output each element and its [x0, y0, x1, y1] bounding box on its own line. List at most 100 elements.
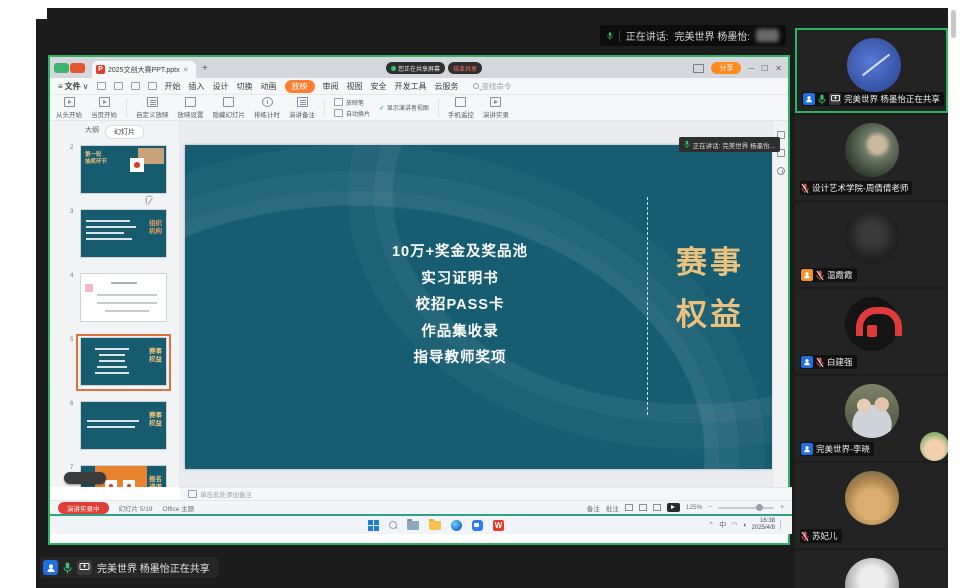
- pen-icon: [334, 98, 343, 106]
- maximize-button[interactable]: ☐: [761, 64, 768, 73]
- presenter-view-checkbox[interactable]: ✓显示演讲者视图: [379, 103, 429, 112]
- zoom-slider[interactable]: [718, 507, 774, 509]
- wps-app-icon[interactable]: W: [493, 520, 504, 531]
- windows-taskbar: W ⌃ 中 ◠ ◖ 16:38 2025/4/8: [50, 516, 792, 534]
- folder-icon[interactable]: [429, 521, 441, 530]
- tray-chevron-icon[interactable]: ⌃: [708, 521, 714, 529]
- ribbon-small-item[interactable]: 自动换片: [334, 109, 370, 118]
- ime-icon[interactable]: 中: [719, 520, 726, 530]
- slide-thumbnail[interactable]: [80, 273, 167, 322]
- edge-browser-icon[interactable]: [451, 520, 462, 531]
- stop-share-button[interactable]: 结束共享: [448, 62, 482, 74]
- zoom-in-button[interactable]: +: [780, 504, 784, 511]
- slide-thumbnail[interactable]: 第一轮抽奖环节: [80, 145, 167, 194]
- menu-item[interactable]: 动画: [261, 81, 277, 92]
- ribbon-small-item[interactable]: 放映笔: [334, 98, 370, 107]
- page-scrollbar[interactable]: [951, 10, 956, 38]
- close-tab-icon[interactable]: ✕: [183, 66, 189, 74]
- undo-icon[interactable]: [131, 82, 140, 90]
- slideshow-play-button[interactable]: [667, 503, 680, 512]
- slide-number: 3: [70, 209, 73, 215]
- avatar-headphones-logo: [845, 297, 899, 351]
- menu-item[interactable]: 开发工具: [395, 81, 427, 92]
- ppt-file-icon: P: [96, 65, 105, 74]
- participant-tile[interactable]: 完美世界 杨墨怡正在共享: [795, 28, 948, 113]
- normal-view-icon[interactable]: [625, 504, 633, 511]
- ribbon-button[interactable]: 手机遥控: [448, 97, 474, 119]
- helper-icon[interactable]: [777, 167, 785, 175]
- slide-thumbnail[interactable]: 组织机构: [80, 209, 167, 258]
- theme-label: Office 主题: [162, 503, 194, 513]
- network-icon[interactable]: ◠: [731, 521, 737, 529]
- interface-settings-icon[interactable]: [693, 64, 704, 73]
- notes-toggle[interactable]: 备注: [587, 503, 600, 513]
- mouse-cursor: [147, 197, 152, 205]
- menu-item[interactable]: 切换: [237, 81, 253, 92]
- participant-tile[interactable]: 白建强: [795, 289, 948, 374]
- tab-outline[interactable]: 大纲: [85, 125, 99, 139]
- close-button[interactable]: ✕: [775, 64, 782, 73]
- participant-tile[interactable]: 设计艺术学院-周倩倩老师: [795, 115, 948, 200]
- comments-toggle[interactable]: 批注: [606, 503, 619, 513]
- ribbon-button[interactable]: 自定义放映: [136, 97, 169, 119]
- tab-slides[interactable]: 幻灯片: [105, 125, 144, 139]
- play-icon: [99, 97, 110, 107]
- participant-name: 完美世界 杨墨怡正在共享: [844, 93, 940, 105]
- menu-item[interactable]: 安全: [371, 81, 387, 92]
- slide-thumbnail-selected[interactable]: 赛事权益: [80, 337, 167, 386]
- ribbon-button[interactable]: 演讲备注: [289, 97, 315, 119]
- taskbar-clock[interactable]: 16:38 2025/4/8: [752, 518, 775, 532]
- participant-name: 苏妃儿: [812, 530, 838, 542]
- cohost-badge-icon: [801, 269, 813, 281]
- menu-item[interactable]: 云服务: [435, 81, 459, 92]
- screen-share-icon: [77, 560, 92, 575]
- menu-item[interactable]: 设计: [213, 81, 229, 92]
- menu-item[interactable]: 审阅: [323, 81, 339, 92]
- ribbon-button[interactable]: 放映设置: [178, 97, 204, 119]
- document-tab[interactable]: P 2025文创大赛PPT.pptx ✕: [92, 61, 196, 78]
- ribbon-button[interactable]: 从头开始: [56, 97, 82, 119]
- notification-corner[interactable]: [780, 520, 788, 530]
- participant-tile[interactable]: 温霞霞: [795, 202, 948, 287]
- thumbnail-list: 2 第一轮抽奖环节 3 组织机构 4: [50, 143, 180, 487]
- start-button[interactable]: [368, 520, 379, 531]
- file-explorer-icon[interactable]: [407, 521, 419, 530]
- record-badge[interactable]: 演讲实录中: [58, 502, 109, 514]
- save-icon[interactable]: [97, 82, 106, 90]
- share-document-button[interactable]: 分享: [711, 62, 741, 74]
- desktop-page: 正在讲话: 完美世界 杨墨怡: 您正在共享屏幕 结束共享 P 2025文创大赛P…: [0, 0, 960, 588]
- ribbon-button[interactable]: 当页开始: [91, 97, 117, 119]
- menu-item[interactable]: 插入: [189, 81, 205, 92]
- ribbon-button[interactable]: 隐藏幻灯片: [213, 97, 246, 119]
- wps-home-button[interactable]: [54, 63, 69, 73]
- new-tab-button[interactable]: +: [202, 63, 208, 74]
- divider: [619, 30, 620, 42]
- print-icon[interactable]: [114, 82, 123, 90]
- ribbon-button[interactable]: 排练计时: [254, 97, 280, 119]
- wps-docer-button[interactable]: [70, 63, 85, 73]
- minimize-button[interactable]: ─: [748, 64, 754, 73]
- slide-number: 5: [70, 337, 73, 343]
- slide-thumbnail[interactable]: 赛事权益: [80, 401, 167, 450]
- volume-icon[interactable]: ◖: [742, 522, 746, 529]
- hide-slide-icon: [223, 97, 234, 107]
- redo-icon[interactable]: [148, 82, 157, 90]
- sorter-view-icon[interactable]: [639, 504, 647, 511]
- meeting-app-icon[interactable]: [472, 520, 483, 531]
- command-search[interactable]: 查找命令: [473, 81, 512, 92]
- taskbar-search-icon[interactable]: [389, 521, 397, 529]
- zoom-out-button[interactable]: −: [708, 504, 712, 511]
- menu-item-active[interactable]: 放映: [285, 80, 315, 93]
- menu-item[interactable]: 视图: [347, 81, 363, 92]
- ribbon-button[interactable]: 演讲实录: [483, 97, 509, 119]
- menu-item[interactable]: 开始: [165, 81, 181, 92]
- settings-icon: [185, 97, 196, 107]
- participant-tile-partial[interactable]: [795, 550, 948, 588]
- notes-bar[interactable]: 单击此处添加备注: [180, 487, 792, 500]
- current-slide[interactable]: 10万+奖金及奖品池 实习证明书 校招PASS卡 作品集收录 指导教师奖项 赛事…: [185, 145, 772, 469]
- reading-view-icon[interactable]: [653, 504, 661, 511]
- slideshow-ribbon: 从头开始 当页开始 自定义放映 放映设置 隐藏幻灯片 排练计时 演讲备注 放映笔…: [50, 95, 788, 121]
- menu-file[interactable]: ≡ 文件 ∨: [58, 81, 89, 92]
- mic-off-icon: [801, 531, 809, 542]
- participant-tile[interactable]: 苏妃儿: [795, 463, 948, 548]
